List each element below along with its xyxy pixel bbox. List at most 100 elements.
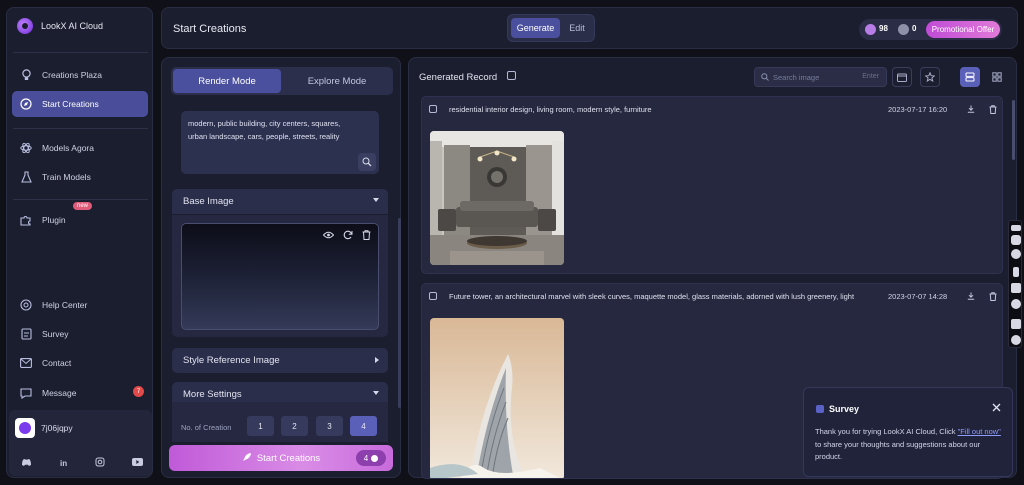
credits-bar: 98 0 Promotional Offer — [859, 19, 1002, 40]
refresh-icon[interactable] — [342, 229, 353, 240]
search-enter-hint: Enter — [862, 73, 879, 80]
prompt-magic-icon[interactable] — [358, 153, 376, 171]
sidebar-item-survey[interactable]: Survey — [12, 321, 148, 347]
microphone-icon[interactable] — [1013, 267, 1019, 277]
sidebar-item-train-models[interactable]: Train Models — [12, 164, 148, 190]
favorites-filter-button[interactable] — [920, 67, 940, 87]
trash-icon[interactable] — [988, 104, 998, 114]
list-view-button[interactable] — [960, 67, 980, 87]
chevron-down-icon — [373, 198, 379, 202]
copy-icon[interactable] — [429, 105, 437, 113]
style-reference-section-header[interactable]: Style Reference Image — [172, 348, 388, 373]
sidebar-item-label: Survey — [42, 329, 69, 339]
app-logo[interactable]: LookX AI Cloud — [17, 18, 103, 34]
tab-explore-mode[interactable]: Explore Mode — [283, 69, 391, 93]
sidebar-item-label: Creations Plaza — [42, 70, 103, 80]
drag-handle-icon[interactable] — [1011, 225, 1021, 231]
copy-icon[interactable] — [429, 292, 437, 300]
generated-record-title: Generated Record — [419, 72, 498, 83]
top-bar: Start Creations Generate Edit 98 0 Promo… — [161, 7, 1018, 49]
record-time: 2023-07-17 16:20 — [888, 105, 948, 114]
cost-value: 4 — [363, 453, 369, 463]
close-icon[interactable] — [990, 401, 1002, 413]
records-scrollbar[interactable] — [1012, 100, 1015, 160]
record-icon[interactable] — [1011, 249, 1021, 259]
creation-count-option[interactable]: 3 — [316, 416, 343, 436]
window-icon[interactable] — [1011, 319, 1021, 329]
screen-recorder-toolbar — [1008, 220, 1022, 348]
user-card[interactable]: 7j06jqpy in — [9, 410, 152, 476]
divider — [13, 128, 148, 129]
panel-scrollbar[interactable] — [398, 218, 401, 408]
sidebar-item-label: Contact — [42, 358, 72, 368]
lookx-logo-icon — [17, 18, 33, 34]
gift-coin-icon — [898, 24, 909, 35]
user-name: 7j06jqpy — [41, 423, 73, 433]
divider — [13, 199, 148, 200]
section-title: Style Reference Image — [183, 355, 280, 366]
tab-generate[interactable]: Generate — [511, 18, 560, 38]
trash-icon[interactable] — [361, 229, 372, 240]
creation-count-option[interactable]: 1 — [247, 416, 274, 436]
start-creations-label: Start Creations — [256, 452, 321, 464]
sidebar-item-label: Train Models — [42, 172, 91, 182]
mode-tabs: Render Mode Explore Mode — [171, 67, 393, 95]
youtube-icon[interactable] — [130, 455, 144, 469]
prompt-input[interactable]: modern, public building, city centers, s… — [181, 111, 379, 174]
base-image-section-header[interactable]: Base Image — [172, 189, 388, 214]
generated-image-future-tower[interactable] — [430, 318, 564, 478]
grid-view-button[interactable] — [987, 67, 1007, 87]
generated-image-living-room[interactable] — [430, 131, 564, 265]
sidebar-item-help-center[interactable]: Help Center — [12, 292, 148, 318]
promotional-offer-button[interactable]: Promotional Offer — [926, 21, 1000, 38]
tab-render-mode[interactable]: Render Mode — [173, 69, 281, 93]
star-icon — [925, 72, 935, 82]
sidebar-item-label: Plugin — [42, 215, 66, 225]
new-badge: new — [73, 202, 93, 210]
speaker-icon[interactable] — [1011, 283, 1021, 293]
clock-icon[interactable] — [1011, 299, 1021, 309]
eye-icon[interactable] — [323, 229, 334, 240]
sidebar-item-label: Message — [42, 388, 77, 398]
trash-icon[interactable] — [988, 291, 998, 301]
camera-icon[interactable] — [1011, 235, 1021, 245]
instagram-icon[interactable] — [93, 455, 107, 469]
app-name: LookX AI Cloud — [41, 21, 104, 31]
record-card: residential interior design, living room… — [421, 96, 1003, 274]
sidebar-item-models-agora[interactable]: Models Agora — [12, 135, 148, 161]
sidebar-item-plugin[interactable]: Plugin new — [12, 202, 148, 233]
avatar — [15, 418, 35, 438]
search-input[interactable]: Search image Enter — [754, 67, 887, 87]
credit-coin-icon — [865, 24, 876, 35]
creation-count-option-selected[interactable]: 4 — [350, 416, 377, 436]
select-checkbox-icon[interactable] — [507, 71, 516, 80]
download-icon[interactable] — [966, 104, 976, 114]
survey-text-after: to share your thoughts and suggestions a… — [815, 439, 981, 462]
grid-view-icon — [992, 72, 1002, 82]
sidebar-item-message[interactable]: Message 7 — [12, 380, 148, 406]
download-icon[interactable] — [966, 291, 976, 301]
creation-count-option[interactable]: 2 — [281, 416, 308, 436]
search-placeholder: Search image — [773, 73, 820, 82]
calendar-icon — [897, 73, 907, 82]
record-prompt: residential interior design, living room… — [449, 105, 652, 114]
message-count-badge: 7 — [133, 386, 144, 397]
sidebar-item-start-creations[interactable]: Start Creations — [12, 91, 148, 117]
settings-gear-icon[interactable] — [1011, 335, 1021, 345]
discord-icon[interactable] — [19, 455, 33, 469]
tab-edit[interactable]: Edit — [562, 18, 592, 38]
base-image-upload[interactable] — [181, 223, 379, 330]
page-title: Start Creations — [173, 23, 247, 35]
more-settings-section: No. of Creation 1 2 3 4 — [172, 402, 388, 442]
sidebar-item-creations-plaza[interactable]: Creations Plaza — [12, 62, 148, 88]
survey-text-before: Thank you for trying LookX AI Cloud, Cli… — [815, 427, 958, 436]
fill-out-now-link[interactable]: "Fill out now" — [958, 427, 1001, 436]
compass-icon — [20, 98, 32, 110]
atom-icon — [20, 142, 32, 154]
sidebar-item-contact[interactable]: Contact — [12, 350, 148, 376]
linkedin-icon[interactable]: in — [57, 455, 71, 469]
survey-popup: Survey Thank you for trying LookX AI Clo… — [803, 387, 1013, 477]
search-icon — [761, 73, 769, 83]
start-creations-button[interactable]: Start Creations 4 — [169, 445, 393, 471]
calendar-filter-button[interactable] — [892, 67, 912, 87]
